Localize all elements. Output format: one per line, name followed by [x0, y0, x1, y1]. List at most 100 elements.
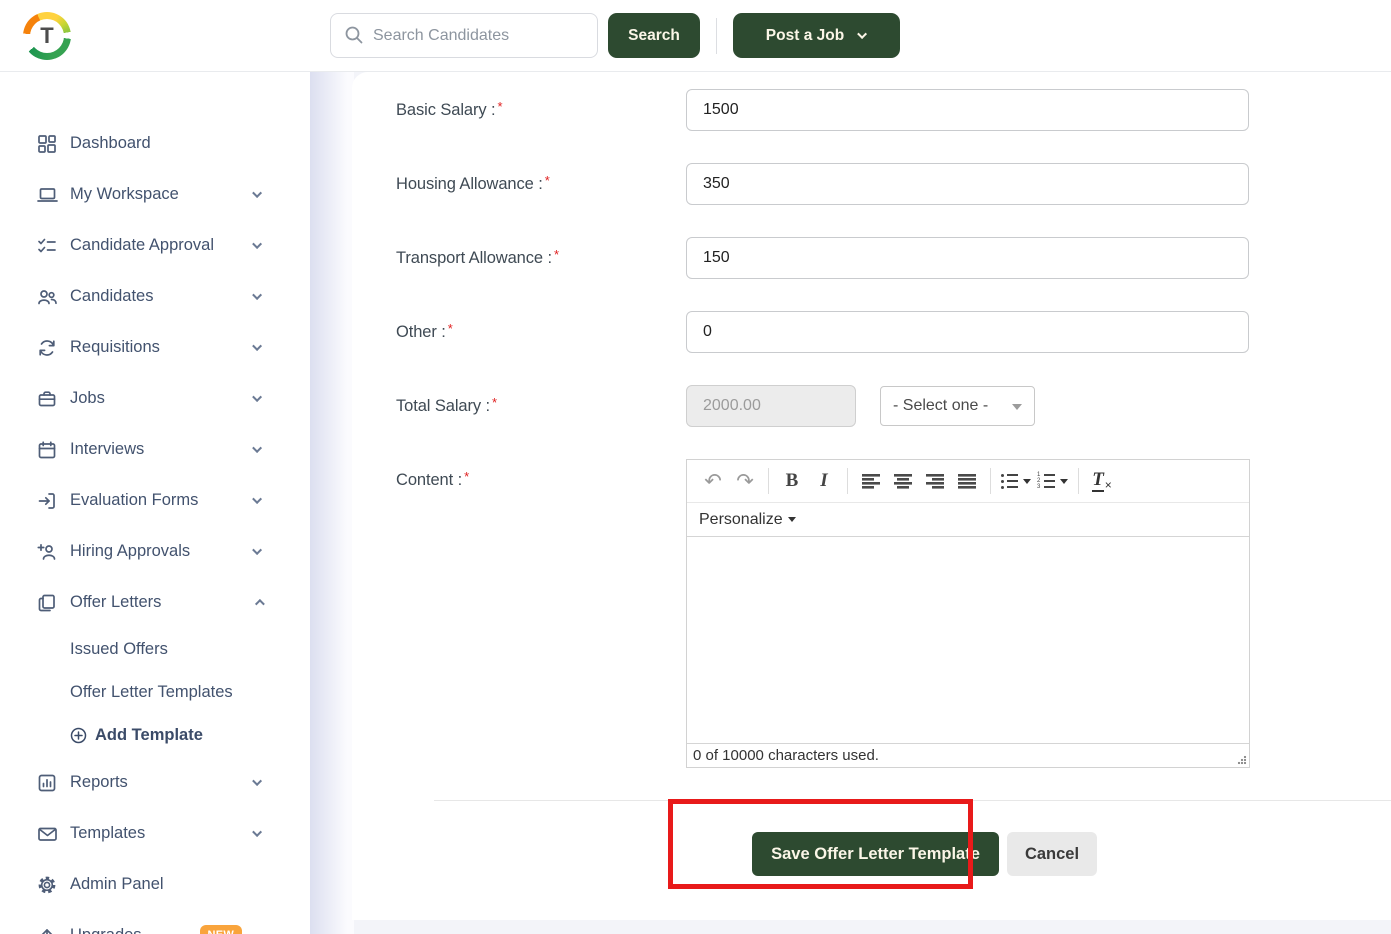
editor-status-bar: 0 of 10000 characters used. [687, 743, 1249, 767]
logo-ring-icon: T [23, 12, 71, 60]
form-row-basic-salary: Basic Salary :* [396, 89, 1391, 131]
transport-allowance-input[interactable] [686, 237, 1249, 279]
sidebar-item-label: Offer Letter Templates [70, 683, 233, 702]
content-label: Content :* [396, 459, 686, 768]
sidebar-item-label: Admin Panel [70, 875, 164, 894]
sidebar-item-evaluation-forms[interactable]: Evaluation Forms [0, 475, 310, 526]
required-asterisk: * [448, 321, 453, 336]
briefcase-icon [36, 389, 58, 409]
align-left-button[interactable] [858, 466, 884, 496]
footer-divider [434, 800, 1391, 801]
justify-button[interactable] [954, 466, 980, 496]
circle-plus-icon [70, 727, 87, 744]
editor-personalize-row: Personalize [687, 503, 1249, 537]
caret-down-icon [1023, 479, 1031, 484]
sidebar-item-label: Hiring Approvals [70, 542, 190, 561]
sidebar-item-my-workspace[interactable]: My Workspace [0, 169, 310, 220]
resize-grip[interactable] [1237, 755, 1247, 765]
sidebar-item-label: Evaluation Forms [70, 491, 198, 510]
dashboard-icon [36, 134, 58, 154]
sidebar-item-templates[interactable]: Templates [0, 808, 310, 859]
align-center-button[interactable] [890, 466, 916, 496]
sidebar-item-label: Jobs [70, 389, 105, 408]
bullet-list-button[interactable] [1001, 466, 1031, 496]
sidebar-item-add-template[interactable]: Add Template [0, 714, 310, 757]
workspace-icon [36, 185, 58, 205]
sidebar-item-hiring-approvals[interactable]: Hiring Approvals [0, 526, 310, 577]
sidebar-item-label: Requisitions [70, 338, 160, 357]
required-asterisk: * [492, 395, 497, 410]
sidebar-item-admin-panel[interactable]: Admin Panel [0, 859, 310, 910]
content-gap-strip [310, 72, 354, 934]
total-salary-label: Total Salary :* [396, 385, 686, 427]
post-a-job-button[interactable]: Post a Job [733, 13, 900, 58]
sidebar-item-label: My Workspace [70, 185, 179, 204]
refresh-icon [36, 338, 58, 358]
chevron-up-icon [255, 599, 265, 609]
housing-allowance-label: Housing Allowance :* [396, 163, 686, 205]
italic-button[interactable]: I [811, 466, 837, 496]
sidebar-item-dashboard[interactable]: Dashboard [0, 118, 310, 169]
sidebar-item-upgrades[interactable]: Upgrades NEW [0, 910, 310, 934]
form-row-housing-allowance: Housing Allowance :* [396, 163, 1391, 205]
toolbar-separator [768, 468, 769, 494]
required-asterisk: * [545, 173, 550, 188]
other-label: Other :* [396, 311, 686, 353]
sidebar-item-label: Templates [70, 824, 145, 843]
redo-button[interactable]: ↷ [732, 466, 758, 496]
sidebar-item-interviews[interactable]: Interviews [0, 424, 310, 475]
caret-down-icon [788, 517, 796, 522]
undo-button[interactable]: ↶ [700, 466, 726, 496]
sidebar-item-offer-letter-templates[interactable]: Offer Letter Templates [0, 671, 310, 714]
sidebar-item-jobs[interactable]: Jobs [0, 373, 310, 424]
sidebar-item-candidate-approval[interactable]: Candidate Approval [0, 220, 310, 271]
gear-icon [36, 875, 58, 895]
currency-select[interactable]: - Select one - [880, 386, 1035, 426]
chevron-down-icon [252, 443, 262, 453]
sidebar-item-label: Offer Letters [70, 593, 161, 612]
chevron-down-icon [252, 392, 262, 402]
required-asterisk: * [554, 247, 559, 262]
sidebar-item-reports[interactable]: Reports [0, 757, 310, 808]
form-row-transport-allowance: Transport Allowance :* [396, 237, 1391, 279]
transport-allowance-label: Transport Allowance :* [396, 237, 686, 279]
app-logo[interactable]: T [18, 9, 76, 63]
save-offer-letter-template-button[interactable]: Save Offer Letter Template [752, 832, 999, 876]
sidebar-item-offer-letters[interactable]: Offer Letters [0, 577, 310, 628]
chevron-down-icon [252, 188, 262, 198]
caret-down-icon [1060, 479, 1068, 484]
align-right-button[interactable] [922, 466, 948, 496]
housing-allowance-input[interactable] [686, 163, 1249, 205]
sidebar-item-label: Issued Offers [70, 640, 168, 659]
header-divider [716, 18, 717, 54]
cancel-button[interactable]: Cancel [1007, 832, 1097, 876]
basic-salary-label: Basic Salary :* [396, 89, 686, 131]
form-row-other: Other :* [396, 311, 1391, 353]
new-badge: NEW [200, 925, 243, 934]
bold-button[interactable]: B [779, 466, 805, 496]
other-input[interactable] [686, 311, 1249, 353]
sidebar-item-requisitions[interactable]: Requisitions [0, 322, 310, 373]
chevron-down-icon [252, 776, 262, 786]
remove-format-button[interactable]: T× [1089, 466, 1115, 496]
basic-salary-input[interactable] [686, 89, 1249, 131]
sidebar-item-candidates[interactable]: Candidates [0, 271, 310, 322]
search-button[interactable]: Search [608, 13, 700, 58]
editor-content[interactable] [687, 537, 1249, 743]
bar-chart-icon [36, 773, 58, 793]
chevron-down-icon [252, 341, 262, 351]
required-asterisk: * [497, 99, 502, 114]
sidebar-item-label: Reports [70, 773, 128, 792]
sidebar-item-label: Add Template [95, 726, 203, 745]
checklist-icon [36, 236, 58, 256]
sidebar-item-label: Candidate Approval [70, 236, 214, 255]
select-arrow-icon [1012, 404, 1022, 410]
numbered-list-button[interactable]: 1 2 3 [1037, 466, 1068, 496]
form-arrow-icon [36, 491, 58, 511]
sidebar-item-issued-offers[interactable]: Issued Offers [0, 628, 310, 671]
required-asterisk: * [464, 469, 469, 484]
pages-icon [36, 593, 58, 613]
search-input[interactable] [330, 13, 598, 58]
personalize-dropdown[interactable]: Personalize [699, 511, 796, 529]
offer-letter-template-form: Basic Salary :* Housing Allowance :* Tra… [352, 72, 1391, 920]
